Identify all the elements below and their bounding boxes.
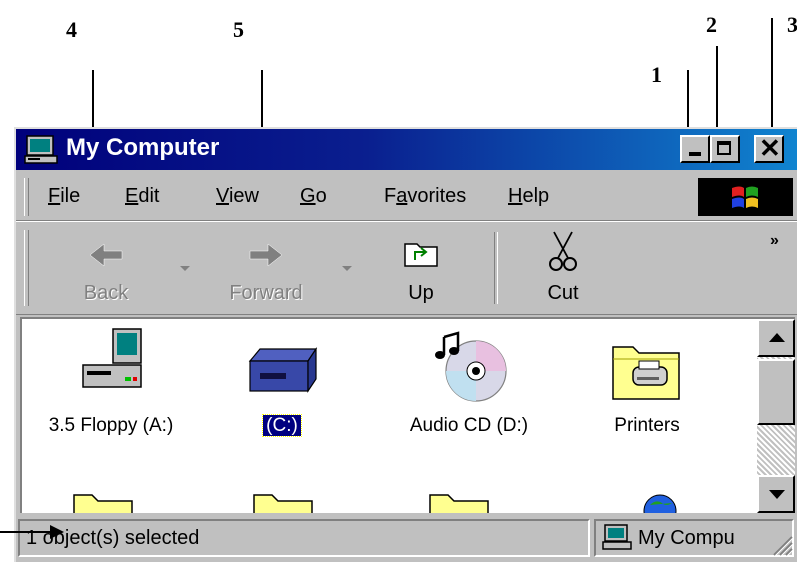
scroll-down-button[interactable] [757,475,795,513]
printers-folder-icon [612,346,680,400]
drive-item-floppy[interactable]: 3.5 Floppy (A:) [26,325,196,436]
menu-bar: File Edit View Go Favorites Help [16,172,797,221]
folder-item-printers[interactable]: Printers [592,325,702,436]
arrow-up-icon [769,333,785,342]
resize-grip-icon[interactable] [768,531,794,557]
up-folder-icon [404,243,438,267]
window-title: My Computer [66,134,220,161]
callout-4: 4 [66,17,77,42]
drive-item-c[interactable]: (C:) [222,325,342,437]
cut-button[interactable]: Cut [528,230,598,308]
forward-button[interactable]: Forward [216,230,316,308]
forward-arrow-icon [249,243,283,267]
menu-help[interactable]: Help [508,185,549,208]
back-button[interactable]: Back [68,230,144,308]
menu-favorites[interactable]: Favorites [384,185,466,208]
callout-pointer-statusbar [0,531,52,533]
folder-icon[interactable] [426,483,496,513]
callout-3: 3 [787,12,797,37]
drive-item-audio-cd[interactable]: Audio CD (D:) [384,325,554,436]
minimize-button[interactable] [680,135,710,163]
drive-label-c-text: (C:) [262,414,302,437]
menu-file[interactable]: File [48,185,80,208]
maximize-icon [717,141,731,155]
hard-drive-icon [248,347,318,393]
floppy-drive-icon [82,328,142,388]
title-bar[interactable]: My Computer ✕ [16,129,797,170]
scroll-thumb[interactable] [757,359,795,425]
forward-label: Forward [229,282,303,304]
folder-label-printers: Printers [614,415,680,436]
menu-go[interactable]: Go [300,185,327,208]
status-location-text: My Compu [638,527,735,549]
callout-2: 2 [706,12,717,37]
toolbar-separator [494,232,498,304]
minimize-icon [689,152,701,156]
computer-icon [24,135,58,164]
callout-5: 5 [233,17,244,42]
scissors-icon [549,231,577,271]
callout-pointer-arrowhead [50,525,64,539]
vertical-scrollbar[interactable] [757,319,795,513]
forward-dropdown-arrow-icon[interactable] [342,266,352,271]
windows-logo-icon [698,178,793,216]
up-button[interactable]: Up [386,230,456,308]
maximize-button[interactable] [710,135,740,163]
menu-view[interactable]: View [216,185,259,208]
scroll-up-button[interactable] [757,319,795,357]
drive-label-floppy: 3.5 Floppy (A:) [48,415,174,436]
status-location-pane: My Compu [594,519,794,557]
close-button[interactable]: ✕ [754,135,784,163]
menu-edit[interactable]: Edit [125,185,159,208]
file-view-pane: 3.5 Floppy (A:) (C:) Audio CD (D:) Print… [20,317,795,513]
toolbar-grip[interactable] [24,230,29,306]
folder-icon[interactable] [250,483,320,513]
status-bar: 1 object(s) selected My Compu [16,517,797,562]
folder-icon[interactable] [70,483,140,513]
close-icon: ✕ [759,133,781,163]
back-label: Back [83,282,129,304]
status-selection-pane: 1 object(s) selected [18,519,590,557]
up-label: Up [408,282,434,304]
back-dropdown-arrow-icon[interactable] [180,266,190,271]
toolbar-more-chevron[interactable]: » [770,232,779,250]
callout-1: 1 [651,62,662,87]
audio-cd-icon [435,331,507,402]
drive-label-audio-cd: Audio CD (D:) [409,415,529,436]
computer-icon [602,524,632,550]
menubar-grip[interactable] [24,178,29,216]
standard-toolbar: Back Forward Up Cut » [16,221,797,315]
cut-label: Cut [547,282,579,304]
my-computer-window: My Computer ✕ File Edit View Go Favorite… [14,127,797,562]
drive-label-c: (C:) [222,414,342,437]
back-arrow-icon [89,243,123,267]
arrow-down-icon [769,490,785,499]
globe-icon[interactable] [640,489,680,513]
